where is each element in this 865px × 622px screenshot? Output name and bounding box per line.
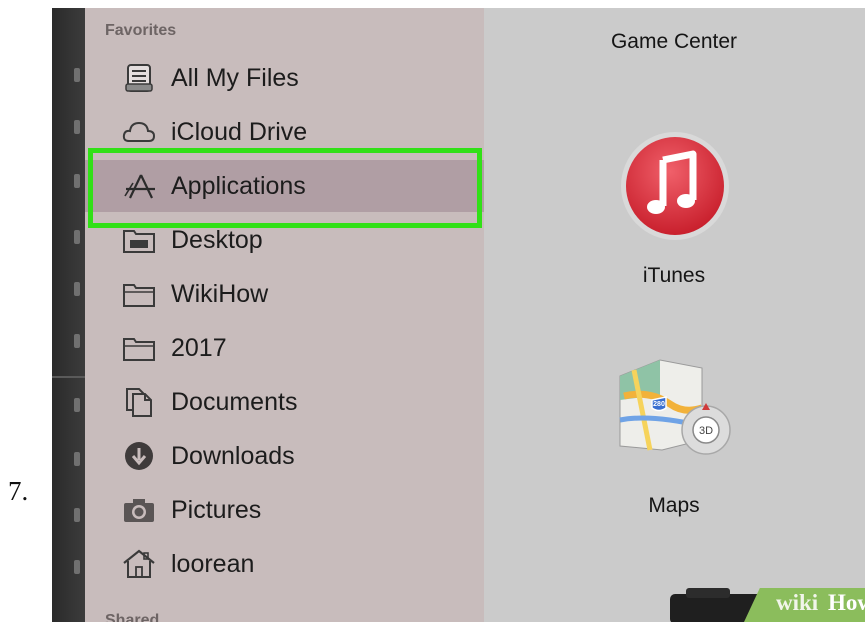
app-label-maps[interactable]: Maps	[554, 494, 794, 518]
toolbar-tool-icon[interactable]	[74, 174, 80, 188]
watermark-wiki-text: wiki	[776, 590, 819, 615]
toolbar-tool-icon[interactable]	[74, 230, 80, 244]
toolbar-tool-icon[interactable]	[74, 334, 80, 348]
sidebar-item-label: All My Files	[171, 64, 299, 92]
step-number: 7.	[8, 476, 29, 506]
map-route-shield: 280	[653, 401, 665, 408]
home-icon	[121, 548, 157, 580]
sidebar-item-documents[interactable]: Documents	[85, 376, 484, 428]
finder-window: Favorites All My Files iCloud Drive Appl…	[52, 8, 865, 622]
folder-icon	[121, 332, 157, 364]
sidebar-section-shared: Shared	[105, 612, 160, 622]
maps-icon[interactable]: 280 3D	[610, 350, 740, 475]
applications-icon	[121, 170, 157, 202]
desktop-folder-icon	[121, 224, 157, 256]
toolbar-tool-icon[interactable]	[74, 560, 80, 574]
toolbar-tool-icon[interactable]	[74, 120, 80, 134]
toolbar-divider	[52, 376, 85, 378]
sidebar-item-pictures[interactable]: Pictures	[85, 484, 484, 536]
toolbar-tool-icon[interactable]	[74, 508, 80, 522]
sidebar-item-label: Applications	[171, 172, 306, 200]
all-my-files-icon	[121, 62, 157, 94]
sidebar-item-icloud-drive[interactable]: iCloud Drive	[85, 106, 484, 158]
sidebar-item-label: loorean	[171, 550, 255, 578]
sidebar-item-wikihow[interactable]: WikiHow	[85, 268, 484, 320]
downloads-icon	[121, 440, 157, 472]
sidebar-item-label: Documents	[171, 388, 298, 416]
app-label-game-center[interactable]: Game Center	[554, 30, 794, 54]
sidebar-item-label: iCloud Drive	[171, 118, 308, 146]
app-label-itunes[interactable]: iTunes	[554, 264, 794, 288]
maps-3d-badge: 3D	[699, 425, 713, 437]
finder-sidebar: Favorites All My Files iCloud Drive Appl…	[85, 8, 484, 622]
sidebar-item-label: Downloads	[171, 442, 295, 470]
toolbar-tool-icon[interactable]	[74, 282, 80, 296]
left-toolbar-strip	[52, 8, 85, 622]
sidebar-item-downloads[interactable]: Downloads	[85, 430, 484, 482]
sidebar-item-label: Pictures	[171, 496, 262, 524]
documents-icon	[121, 386, 157, 418]
sidebar-section-favorites: Favorites	[105, 22, 177, 39]
sidebar-item-applications[interactable]: Applications	[85, 160, 484, 212]
sidebar-item-label: 2017	[171, 334, 227, 362]
cloud-icon	[121, 116, 157, 148]
toolbar-tool-icon[interactable]	[74, 452, 80, 466]
wikihow-watermark: wiki How	[744, 582, 865, 622]
sidebar-item-label: Desktop	[171, 226, 263, 254]
toolbar-tool-icon[interactable]	[74, 68, 80, 82]
folder-icon	[121, 278, 157, 310]
itunes-icon[interactable]	[619, 130, 731, 247]
camera-icon	[121, 494, 157, 526]
watermark-how-text: How	[828, 590, 865, 615]
sidebar-item-desktop[interactable]: Desktop	[85, 214, 484, 266]
toolbar-tool-icon[interactable]	[74, 398, 80, 412]
applications-content-pane: Game Center iTunes 280 3D Maps wiki Ho	[484, 8, 865, 622]
sidebar-item-all-my-files[interactable]: All My Files	[85, 52, 484, 104]
sidebar-item-label: WikiHow	[171, 280, 269, 308]
sidebar-item-2017[interactable]: 2017	[85, 322, 484, 374]
sidebar-item-home[interactable]: loorean	[85, 538, 484, 590]
